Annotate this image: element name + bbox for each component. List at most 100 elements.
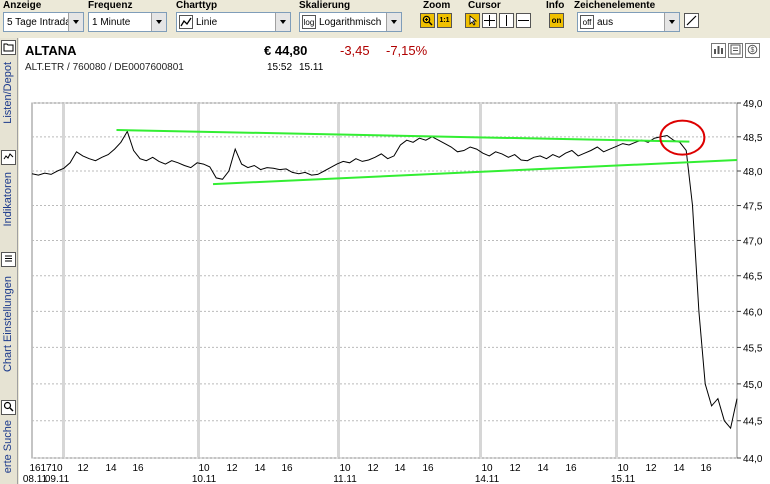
instrument-header: ALTANA ALT.ETR / 760080 / DE0007600801 €… <box>19 38 770 96</box>
x-tick-label: 16 <box>422 463 434 474</box>
vertical-line-icon[interactable] <box>499 13 514 28</box>
x-tick-label: 14 <box>537 463 549 474</box>
chevron-down-icon[interactable] <box>275 13 290 31</box>
search-icon <box>1 400 16 415</box>
off-badge: off <box>580 15 594 29</box>
x-tick-label: 10 <box>481 463 493 474</box>
info-label: Info <box>546 0 565 11</box>
quote-date: 15.11 <box>299 62 324 73</box>
x-tick-label: 14 <box>105 463 117 474</box>
zoom-reset-button[interactable]: 1:1 <box>437 13 452 28</box>
charttyp-select[interactable]: Linie <box>176 12 291 32</box>
x-tick-label: 10 <box>198 463 210 474</box>
anzeige-value: 5 Tage Intrada <box>7 16 68 28</box>
zeichenelemente-select[interactable]: off aus <box>577 12 680 32</box>
x-tick-label: 16 <box>700 463 712 474</box>
frequenz-select[interactable]: 1 Minute <box>88 12 167 32</box>
y-tick-label: 46,0 <box>743 307 763 318</box>
y-tick-label: 48,0 <box>743 167 763 178</box>
zoom-in-icon[interactable] <box>420 13 435 28</box>
anzeige-label: Anzeige <box>3 0 42 11</box>
horizontal-line-icon[interactable] <box>516 13 531 28</box>
y-tick-label: 47,5 <box>743 202 763 213</box>
x-tick-label: 10 <box>617 463 629 474</box>
draw-line-icon[interactable] <box>684 13 699 28</box>
tab-suche[interactable]: erte Suche <box>0 400 18 484</box>
chevron-down-icon[interactable] <box>664 13 679 31</box>
x-tick-label: 12 <box>77 463 89 474</box>
charttyp-value: Linie <box>196 16 218 28</box>
x-date-label: 09.11 <box>45 474 70 484</box>
info-toggle[interactable]: on <box>549 13 564 28</box>
x-tick-label: 12 <box>509 463 521 474</box>
chevron-down-icon[interactable] <box>68 13 83 31</box>
tab-label: Indikatoren <box>2 172 14 227</box>
x-tick-label: 16 <box>281 463 293 474</box>
toolbar: Anzeige 5 Tage Intrada Frequenz 1 Minute… <box>0 0 770 36</box>
news-icon[interactable] <box>728 43 743 58</box>
x-date-label: 10.11 <box>192 474 217 484</box>
skalierung-value: Logarithmisch <box>319 16 382 28</box>
y-tick-label: 48,5 <box>743 133 763 144</box>
folder-icon <box>1 40 16 55</box>
last-price: € 44,80 <box>264 43 308 58</box>
x-tick-label: 10 <box>51 463 63 474</box>
chart-svg[interactable]: 49,0 48,5 48,0 47,5 47,0 46,5 46,0 45,5 45,0 44,5… <box>19 96 770 484</box>
day-separator <box>197 104 200 457</box>
skalierung-select[interactable]: log Logarithmisch <box>299 12 402 32</box>
day-separator <box>479 104 482 457</box>
price-chart[interactable]: 49,0 48,5 48,0 47,5 47,0 46,5 46,0 45,5 45,0 44,5… <box>19 96 770 484</box>
x-tick-label: 16 <box>132 463 144 474</box>
zeichenelemente-label: Zeichenelemente <box>574 0 656 11</box>
left-tab-bar: Listen/Depot Indikatoren Chart Einstellu… <box>0 38 18 484</box>
tab-indikatoren[interactable]: Indikatoren <box>0 150 18 254</box>
tab-chart-einstellungen[interactable]: Chart Einstellungen <box>0 252 18 402</box>
list-icon <box>1 252 16 267</box>
currency-icon[interactable]: $ <box>745 43 760 58</box>
charttyp-label: Charttyp <box>176 0 218 11</box>
x-date-label: 15.11 <box>611 474 636 484</box>
x-tick-label: 14 <box>673 463 685 474</box>
frequenz-value: 1 Minute <box>92 16 131 28</box>
frequenz-label: Frequenz <box>88 0 133 11</box>
y-tick-label: 46,5 <box>743 272 763 283</box>
crosshair-icon[interactable] <box>482 13 497 28</box>
chevron-down-icon[interactable] <box>386 13 401 31</box>
x-tick-label: 16 <box>29 463 41 474</box>
anzeige-select[interactable]: 5 Tage Intrada <box>3 12 84 32</box>
quote-time: 15:52 <box>267 62 293 73</box>
x-tick-label: 10 <box>339 463 351 474</box>
cursor-label: Cursor <box>468 0 501 11</box>
price-change: -3,45 <box>340 43 370 58</box>
tab-label: Listen/Depot <box>2 62 14 124</box>
header-icons: $ <box>711 43 760 58</box>
chevron-down-icon[interactable] <box>151 13 166 31</box>
x-tick-label: 12 <box>367 463 379 474</box>
price-change-percent: -7,15% <box>386 43 428 58</box>
x-tick-label: 17 <box>40 463 52 474</box>
day-separator <box>62 104 65 457</box>
svg-text:$: $ <box>751 47 755 54</box>
y-tick-label: 45,5 <box>743 343 763 354</box>
y-tick-label: 47,0 <box>743 236 763 247</box>
x-tick-label: 12 <box>226 463 238 474</box>
line-chart-icon <box>179 15 193 29</box>
skalierung-label: Skalierung <box>299 0 351 11</box>
day-separator <box>615 104 618 457</box>
pointer-icon[interactable] <box>465 13 480 28</box>
y-tick-label: 44,5 <box>743 417 763 428</box>
bar-chart-icon[interactable] <box>711 43 726 58</box>
tab-label: Chart Einstellungen <box>2 276 14 373</box>
x-tick-label: 14 <box>254 463 266 474</box>
tab-listen-depot[interactable]: Listen/Depot <box>0 40 18 140</box>
instrument-name: ALTANA <box>25 43 77 58</box>
y-tick-label: 44,0 <box>743 454 763 465</box>
tab-label: erte Suche <box>2 420 14 474</box>
instrument-ids: ALT.ETR / 760080 / DE0007600801 <box>25 62 184 73</box>
x-tick-label: 16 <box>565 463 577 474</box>
log-scale-badge: log <box>302 15 316 29</box>
y-tick-label: 49,0 <box>743 99 763 110</box>
x-date-label: 11.11 <box>333 474 357 484</box>
zoom-label: Zoom <box>423 0 451 11</box>
zeichenelemente-value: aus <box>597 16 614 28</box>
